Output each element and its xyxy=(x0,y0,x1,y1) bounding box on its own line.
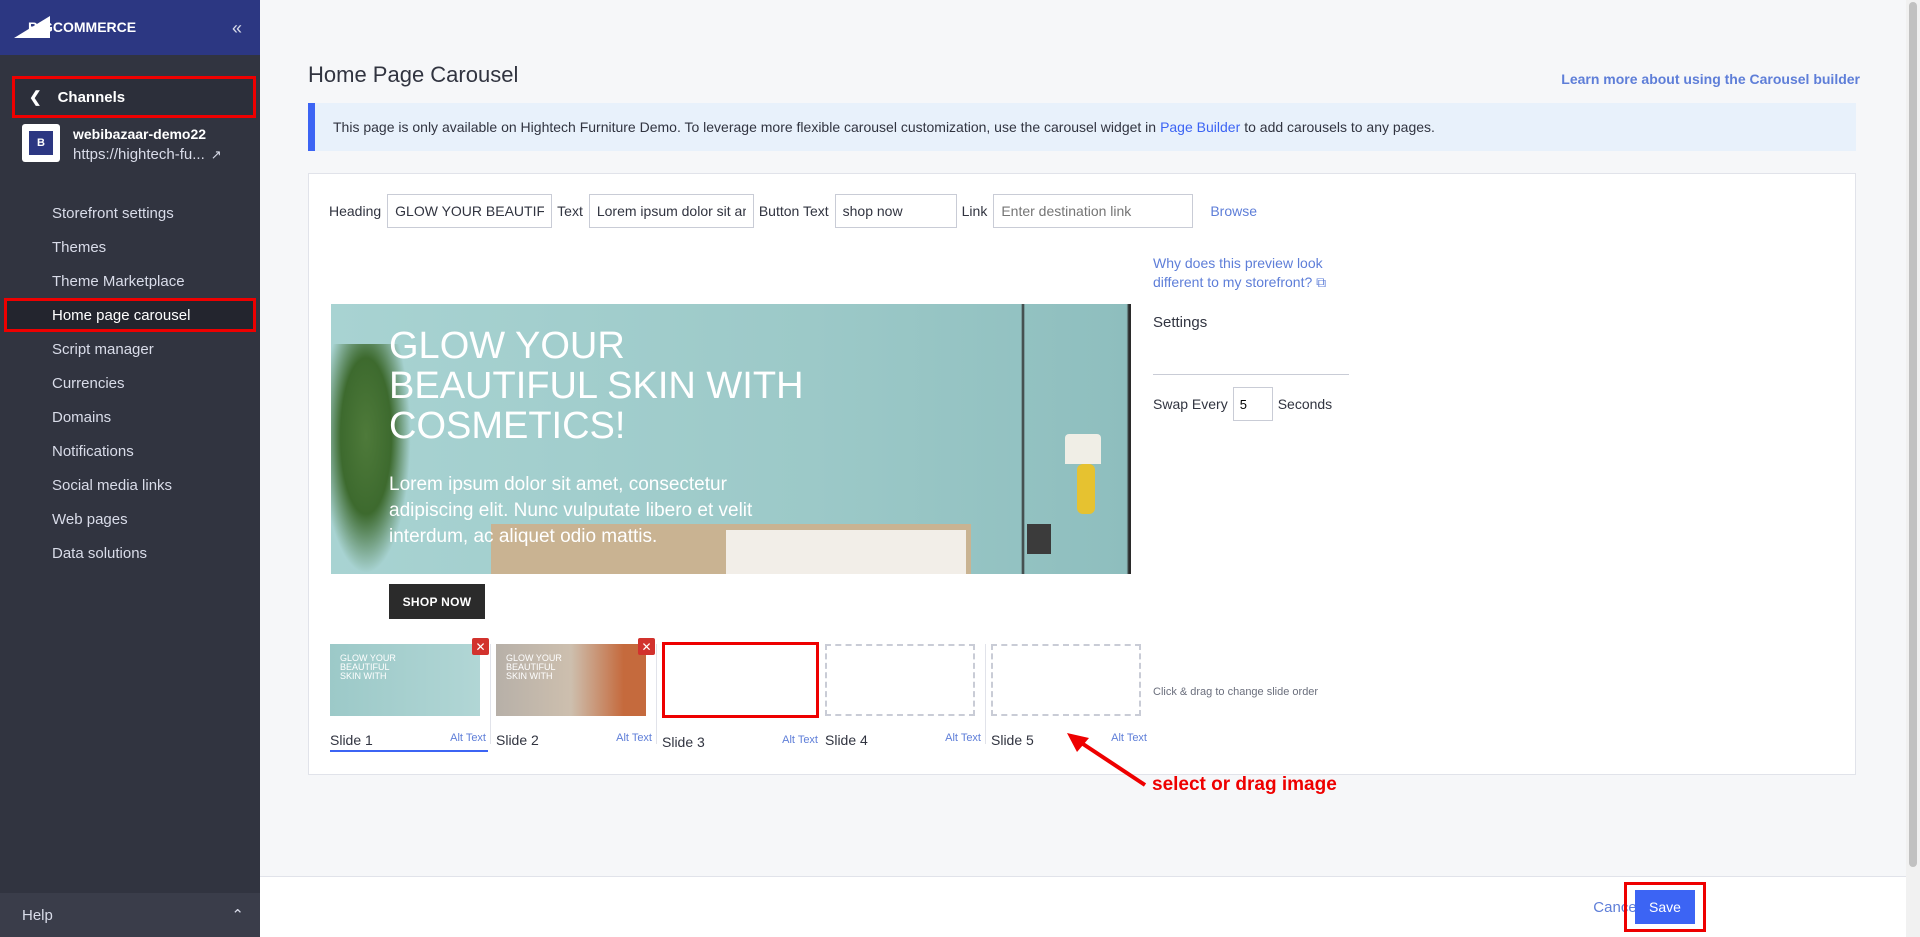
page-scrollbar[interactable] xyxy=(1906,0,1920,937)
chevron-left-icon: ❮ xyxy=(29,89,42,106)
swap-interval: Swap Every Seconds xyxy=(1153,387,1332,421)
annotation-arrow-icon xyxy=(1067,733,1147,787)
sidebar-item-home-page-carousel[interactable]: Home page carousel xyxy=(4,298,256,332)
scrollbar-thumb[interactable] xyxy=(1909,2,1917,867)
alt-text-link[interactable]: Alt Text xyxy=(616,732,652,748)
page-title: Home Page Carousel xyxy=(308,62,519,87)
heading-label: Heading xyxy=(329,203,382,219)
slide-label: Slide 2 xyxy=(496,732,539,748)
preview-lamp-image xyxy=(1065,434,1101,464)
logo-big-text: BIG xyxy=(28,19,53,35)
sidebar-item-theme-marketplace[interactable]: Theme Marketplace xyxy=(0,264,260,298)
swap-seconds-input[interactable] xyxy=(1232,387,1273,421)
seconds-label: Seconds xyxy=(1277,396,1333,412)
settings-label: Settings xyxy=(1153,314,1208,331)
store-icon: B xyxy=(22,124,60,162)
save-highlight: Save xyxy=(1624,882,1706,932)
preview-vase-image xyxy=(1077,464,1095,514)
sidebar-item-data-solutions[interactable]: Data solutions xyxy=(0,536,260,570)
preview-pot-image xyxy=(1027,524,1051,554)
slide-label: Slide 5 xyxy=(991,732,1034,748)
external-link-icon: ↗ xyxy=(210,146,222,162)
help-menu[interactable]: Help ⌃ xyxy=(0,893,260,937)
channels-label: Channels xyxy=(57,88,126,106)
annotation-text: select or drag image xyxy=(1152,774,1337,795)
preview-difference-link[interactable]: Why does this preview look different to … xyxy=(1153,254,1353,292)
page-builder-link[interactable]: Page Builder xyxy=(1160,119,1240,135)
text-label: Text xyxy=(557,203,583,219)
logo-commerce-text: COMMERCE xyxy=(52,19,137,35)
drag-hint: Click & drag to change slide order xyxy=(1153,686,1319,698)
sidebar-item-script-manager[interactable]: Script manager xyxy=(0,332,260,366)
sidebar-item-domains[interactable]: Domains xyxy=(0,400,260,434)
slide-label: Slide 4 xyxy=(825,732,868,748)
settings-divider xyxy=(1153,374,1349,375)
slide-3[interactable]: Slide 3 Alt Text xyxy=(661,642,821,752)
sidebar-item-themes[interactable]: Themes xyxy=(0,230,260,264)
slide-2[interactable]: GLOW YOUR BEAUTIFUL SKIN WITH ✕ Slide 2 A… xyxy=(495,638,655,752)
slide-divider xyxy=(490,644,491,744)
slide-thumbnail[interactable]: GLOW YOUR BEAUTIFUL SKIN WITH xyxy=(496,644,646,716)
slide-divider xyxy=(985,644,986,744)
slide-1[interactable]: GLOW YOUR BEAUTIFUL SKIN WITH ✕ Slide 1 A… xyxy=(329,638,489,752)
bigcommerce-logo[interactable]: BIGCOMMERCE xyxy=(14,16,136,38)
swap-every-label: Swap Every xyxy=(1153,396,1228,412)
store-url-link[interactable]: https://hightech-fu... ↗ xyxy=(73,146,222,163)
link-label: Link xyxy=(961,203,988,219)
main-content: Home Page Carousel Learn more about usin… xyxy=(260,0,1920,937)
slide-divider xyxy=(656,644,657,744)
save-button[interactable]: Save xyxy=(1635,890,1695,924)
store-info: B webibazaar-demo22 https://hightech-fu.… xyxy=(22,124,222,163)
alt-text-link[interactable]: Alt Text xyxy=(945,732,981,748)
footer-bar: Cancel Save xyxy=(260,876,1920,937)
external-window-icon: ⧉ xyxy=(1316,274,1327,290)
sidebar: BIGCOMMERCE « ❮ Channels B webibazaar-de… xyxy=(0,0,260,937)
slide-4[interactable]: Slide 4 Alt Text xyxy=(824,644,984,752)
delete-slide-icon[interactable]: ✕ xyxy=(638,638,655,655)
sidebar-nav: Storefront settings Themes Theme Marketp… xyxy=(0,196,260,570)
slide-label: Slide 1 xyxy=(330,732,373,748)
preview-text: Lorem ipsum dolor sit amet, consectetur … xyxy=(389,474,753,547)
slide-fields: Heading Text Button Text Link Browse xyxy=(329,194,1257,228)
slide-image-dropzone[interactable] xyxy=(662,642,819,718)
heading-input[interactable] xyxy=(387,194,553,228)
preview-heading: GLOW YOUR BEAUTIFUL SKIN WITH COSMETICS! xyxy=(389,325,804,447)
slide-image-dropzone[interactable] xyxy=(825,644,975,716)
help-label: Help xyxy=(22,906,53,924)
link-input[interactable] xyxy=(993,194,1194,228)
sidebar-item-notifications[interactable]: Notifications xyxy=(0,434,260,468)
slide-list: GLOW YOUR BEAUTIFUL SKIN WITH ✕ Slide 1 A… xyxy=(329,638,1153,752)
alt-text-link[interactable]: Alt Text xyxy=(450,732,486,748)
button-text-input[interactable] xyxy=(834,194,957,228)
carousel-preview: GLOW YOUR BEAUTIFUL SKIN WITH COSMETICS!… xyxy=(331,304,1131,574)
carousel-editor-panel: Heading Text Button Text Link Browse GLO… xyxy=(308,173,1856,775)
chevron-up-icon: ⌃ xyxy=(231,907,244,924)
info-banner: This page is only available on Hightech … xyxy=(308,103,1856,151)
slide-label: Slide 3 xyxy=(662,734,705,750)
alt-text-link[interactable]: Alt Text xyxy=(782,734,818,750)
learn-more-link[interactable]: Learn more about using the Carousel buil… xyxy=(1561,71,1860,87)
collapse-sidebar-icon[interactable]: « xyxy=(232,18,242,39)
sidebar-item-social-media-links[interactable]: Social media links xyxy=(0,468,260,502)
browse-button[interactable]: Browse xyxy=(1210,203,1257,219)
store-name: webibazaar-demo22 xyxy=(73,126,207,142)
sidebar-item-currencies[interactable]: Currencies xyxy=(0,366,260,400)
slide-thumbnail[interactable]: GLOW YOUR BEAUTIFUL SKIN WITH xyxy=(330,644,480,716)
button-text-label: Button Text xyxy=(758,203,829,219)
text-input[interactable] xyxy=(588,194,754,228)
delete-slide-icon[interactable]: ✕ xyxy=(472,638,489,655)
channels-back-button[interactable]: ❮ Channels xyxy=(12,76,256,118)
slide-image-dropzone[interactable] xyxy=(991,644,1141,716)
sidebar-item-storefront-settings[interactable]: Storefront settings xyxy=(0,196,260,230)
preview-shop-now-button[interactable]: SHOP NOW xyxy=(389,584,485,619)
sidebar-item-web-pages[interactable]: Web pages xyxy=(0,502,260,536)
